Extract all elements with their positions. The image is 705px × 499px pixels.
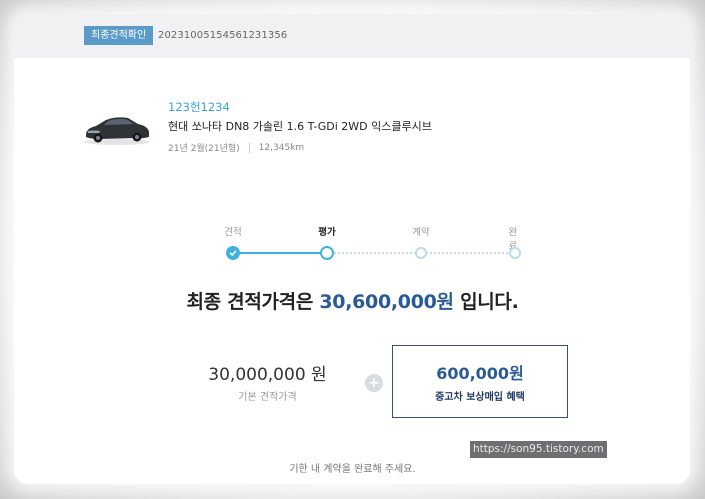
blog-watermark: https://son95.tistory.com [470, 441, 607, 458]
final-quote-tag: 최종견적확인 [84, 26, 154, 45]
contract-deadline-notice: 기한 내 계약을 완료해 주세요. [289, 464, 416, 475]
bonus-price-value: 600,000원 [436, 364, 524, 383]
headline-suffix: 입니다. [453, 291, 519, 313]
progress-stepper: 견적 평가 계약 완료 [218, 224, 528, 264]
check-icon [229, 250, 237, 257]
final-price-headline: 최종 견적가격은 30,600,000원 입니다. [0, 287, 705, 314]
meta-divider [248, 142, 250, 153]
vehicle-registered: 21년 2월(21년형) [168, 144, 240, 154]
step-dot-contract [415, 247, 427, 259]
vehicle-model: 현대 쏘나타 DN8 가솔린 1.6 T-GDi 2WD 익스클루시브 [168, 120, 432, 133]
trade-in-bonus-box: 600,000원 중고차 보상매입 혜택 [392, 345, 568, 418]
step-label-quote: 견적 [224, 227, 242, 238]
vehicle-plate: 123헌1234 [168, 100, 230, 114]
vehicle-mileage: 12,345km [258, 142, 305, 153]
step-dot-quote [226, 246, 240, 260]
step-dot-complete [509, 247, 521, 259]
quote-number: 20231005154561231356 [158, 30, 288, 41]
base-price-label: 기본 견적가격 [238, 392, 297, 403]
stepper-line-completed [233, 252, 327, 254]
vehicle-meta: 21년 2월(21년형) 12,345km [168, 141, 304, 154]
step-label-evaluation: 평가 [318, 227, 336, 238]
final-price: 30,600,000원 [319, 291, 454, 313]
plus-icon: + [365, 374, 383, 392]
step-dot-evaluation [320, 246, 334, 260]
car-photo-icon [84, 117, 150, 145]
bonus-price-label: 중고차 보상매입 혜택 [435, 392, 525, 403]
step-label-contract: 계약 [412, 227, 430, 238]
headline-prefix: 최종 견적가격은 [186, 291, 320, 313]
base-price-value: 30,000,000 원 [208, 365, 327, 385]
